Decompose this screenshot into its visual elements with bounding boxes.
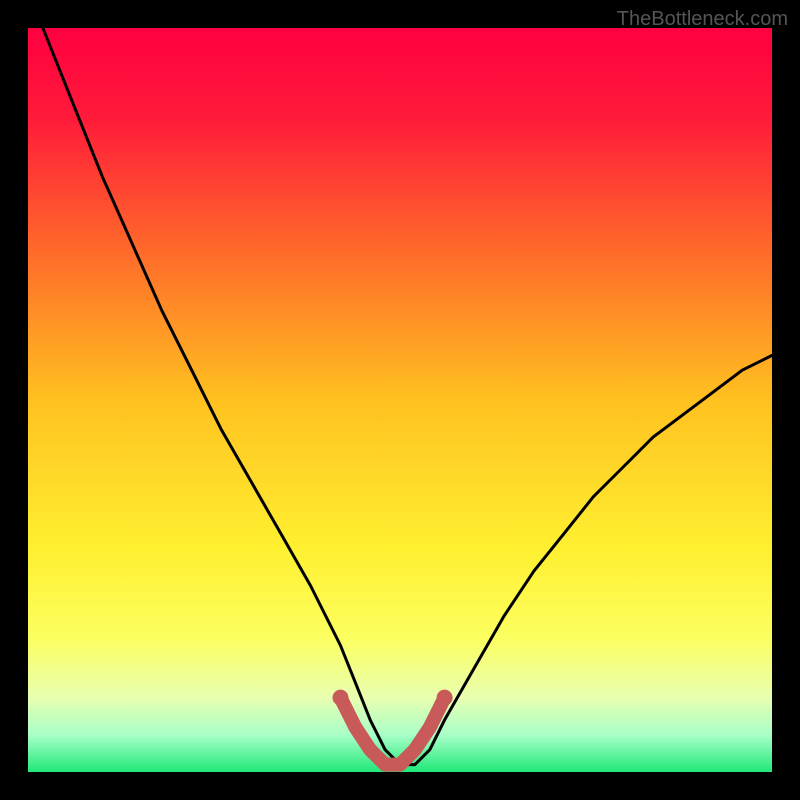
plot-background [28,28,772,772]
chart-container [0,0,800,800]
bottleneck-curve-chart [0,0,800,800]
highlight-endpoint [333,690,349,706]
watermark-text: TheBottleneck.com [617,8,788,31]
highlight-endpoint [437,690,453,706]
